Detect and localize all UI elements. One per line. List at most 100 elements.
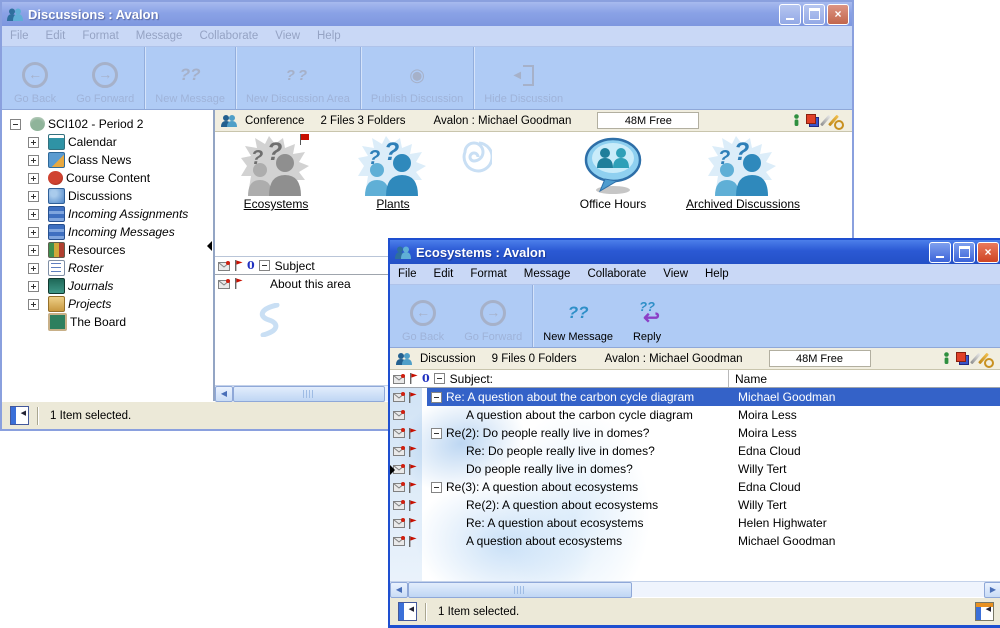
message-row[interactable]: Do people really live in domes? Willy Te… bbox=[390, 460, 1000, 478]
message-author: Willy Tert bbox=[732, 498, 1000, 512]
name-column-header[interactable]: Name bbox=[728, 370, 1000, 387]
conference-area-icon[interactable]: ? ? bbox=[333, 136, 453, 211]
toolbar-button[interactable]: Go Back bbox=[4, 47, 66, 109]
menu-item[interactable]: Help bbox=[705, 268, 729, 280]
conference-area-label: Ecosystems bbox=[216, 197, 336, 211]
scroll-left-arrow[interactable]: ◀ bbox=[215, 386, 233, 402]
expand-box[interactable] bbox=[28, 281, 39, 292]
tree-item[interactable]: Incoming Messages bbox=[2, 223, 213, 241]
toolbar-button[interactable]: New Discussion Area bbox=[235, 47, 360, 109]
message-row[interactable]: A question about ecosystems Michael Good… bbox=[390, 532, 1000, 550]
menu-item[interactable]: View bbox=[275, 30, 300, 42]
minimize-button[interactable] bbox=[929, 242, 951, 263]
message-row[interactable]: Re(2): A question about ecosystems Willy… bbox=[390, 496, 1000, 514]
splitter-collapse-arrow[interactable] bbox=[390, 465, 400, 475]
split-view-icon[interactable] bbox=[10, 406, 29, 425]
message-row[interactable]: A question about the carbon cycle diagra… bbox=[390, 406, 1000, 424]
subject-column-header[interactable]: 0 Subject: bbox=[390, 370, 728, 387]
message-row[interactable]: Re: A question about the carbon cycle di… bbox=[390, 388, 1000, 406]
menu-item[interactable]: Edit bbox=[46, 30, 66, 42]
scroll-right-arrow[interactable]: ▶ bbox=[984, 582, 1000, 598]
menu-item[interactable]: Collaborate bbox=[587, 268, 646, 280]
expand-box[interactable] bbox=[28, 137, 39, 148]
folder-icon bbox=[48, 313, 67, 331]
attachment-icon: 0 bbox=[247, 259, 255, 272]
envelope-icon bbox=[393, 446, 406, 456]
menu-item[interactable]: Collaborate bbox=[199, 30, 258, 42]
tree-item[interactable]: Resources bbox=[2, 241, 213, 259]
menu-item[interactable]: Help bbox=[317, 30, 341, 42]
close-button[interactable]: × bbox=[827, 4, 849, 25]
expand-box[interactable] bbox=[28, 299, 39, 310]
expand-box[interactable] bbox=[28, 209, 39, 220]
scrollbar-thumb[interactable] bbox=[233, 386, 385, 402]
expand-box[interactable] bbox=[28, 173, 39, 184]
expand-box[interactable] bbox=[28, 245, 39, 256]
tree-item[interactable]: Projects bbox=[2, 295, 213, 313]
toolbar-button[interactable]: Go Back bbox=[392, 285, 454, 347]
tree-item-label: Resources bbox=[68, 243, 125, 257]
scroll-left-arrow[interactable]: ◀ bbox=[390, 582, 408, 598]
collapse-all-box[interactable] bbox=[434, 373, 445, 384]
expand-box[interactable] bbox=[28, 191, 39, 202]
tree-item[interactable]: Discussions bbox=[2, 187, 213, 205]
message-row[interactable]: Re: Do people really live in domes? Edna… bbox=[390, 442, 1000, 460]
discussions-titlebar[interactable]: Discussions : Avalon × bbox=[2, 2, 852, 26]
thread-collapse-box[interactable] bbox=[431, 428, 442, 439]
tree-item[interactable]: Roster bbox=[2, 259, 213, 277]
menu-item[interactable]: Edit bbox=[434, 268, 454, 280]
expand-box[interactable] bbox=[28, 227, 39, 238]
menu-item[interactable]: File bbox=[10, 30, 29, 42]
permissions-icon bbox=[956, 352, 969, 365]
thread-collapse-box[interactable] bbox=[431, 392, 442, 403]
scrollbar-thumb[interactable] bbox=[408, 582, 632, 598]
message-row[interactable]: Re(3): A question about ecosystems Edna … bbox=[390, 478, 1000, 496]
toolbar-button[interactable]: Reply bbox=[623, 285, 671, 347]
view-options-icon[interactable] bbox=[975, 602, 994, 621]
envelope-icon bbox=[218, 279, 231, 289]
tree-item[interactable]: The Board bbox=[2, 313, 213, 331]
splitter-collapse-arrow[interactable] bbox=[202, 241, 212, 251]
flag-icon bbox=[408, 392, 417, 403]
menu-item[interactable]: Format bbox=[82, 30, 118, 42]
ecosystems-titlebar[interactable]: Ecosystems : Avalon × bbox=[390, 240, 1000, 264]
envelope-icon bbox=[218, 261, 231, 271]
message-subject: About this area bbox=[270, 277, 351, 291]
conference-area-icon[interactable]: ? ? bbox=[553, 136, 673, 211]
minimize-button[interactable] bbox=[779, 4, 801, 25]
expand-box[interactable] bbox=[28, 155, 39, 166]
tree-root-item[interactable]: SCI102 - Period 2 bbox=[2, 115, 213, 133]
expand-box[interactable] bbox=[28, 263, 39, 274]
thread-collapse-box[interactable] bbox=[431, 482, 442, 493]
swirl-watermark bbox=[458, 140, 492, 174]
toolbar-button[interactable]: Publish Discussion bbox=[360, 47, 473, 109]
message-row[interactable]: Re: A question about ecosystems Helen Hi… bbox=[390, 514, 1000, 532]
tree-item[interactable]: Incoming Assignments bbox=[2, 205, 213, 223]
menu-item[interactable]: Format bbox=[470, 268, 506, 280]
toolbar-button[interactable]: Hide Discussion bbox=[473, 47, 573, 109]
close-button[interactable]: × bbox=[977, 242, 999, 263]
menu-item[interactable]: File bbox=[398, 268, 417, 280]
collapse-all-box[interactable] bbox=[259, 260, 270, 271]
conference-area-icon[interactable]: ? ? bbox=[673, 136, 813, 211]
toolbar-button[interactable]: New Message bbox=[532, 285, 623, 347]
tree-item[interactable]: Course Content bbox=[2, 169, 213, 187]
collapse-box[interactable] bbox=[10, 119, 21, 130]
tree-item[interactable]: Class News bbox=[2, 151, 213, 169]
toolbar-button[interactable]: New Message bbox=[144, 47, 235, 109]
tree-item[interactable]: Journals bbox=[2, 277, 213, 295]
maximize-button[interactable] bbox=[953, 242, 975, 263]
conference-area-icon[interactable]: ? ? bbox=[216, 136, 336, 211]
message-row[interactable]: Re(2): Do people really live in domes? M… bbox=[390, 424, 1000, 442]
tree-item-label: Journals bbox=[68, 279, 113, 293]
tree-item[interactable]: Calendar bbox=[2, 133, 213, 151]
toolbar-button[interactable]: Go Forward bbox=[454, 285, 532, 347]
toolbar-button[interactable]: Go Forward bbox=[66, 47, 144, 109]
menu-item[interactable]: View bbox=[663, 268, 688, 280]
horizontal-scrollbar[interactable]: ◀ ▶ bbox=[390, 581, 1000, 597]
maximize-button[interactable] bbox=[803, 4, 825, 25]
split-view-icon[interactable] bbox=[398, 602, 417, 621]
menu-item[interactable]: Message bbox=[136, 30, 183, 42]
message-subject: Do people really live in domes? bbox=[466, 462, 633, 476]
menu-item[interactable]: Message bbox=[524, 268, 571, 280]
